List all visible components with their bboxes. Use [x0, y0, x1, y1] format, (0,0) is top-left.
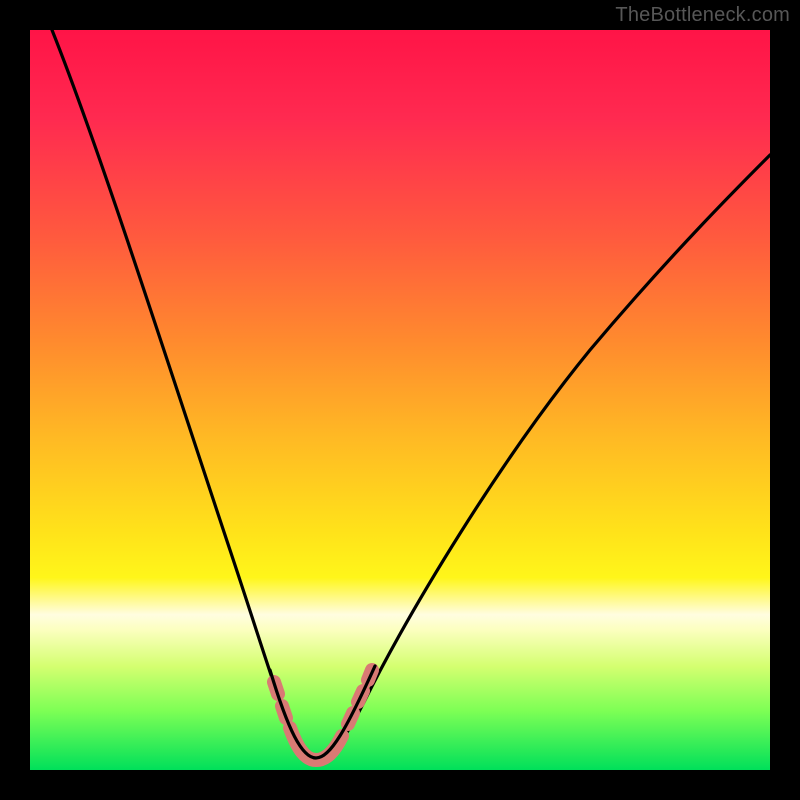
bottom-marker-band — [274, 670, 372, 760]
plot-area — [30, 30, 770, 770]
chart-frame: TheBottleneck.com — [0, 0, 800, 800]
attribution-label: TheBottleneck.com — [615, 4, 790, 27]
bottleneck-curve-svg — [30, 30, 770, 770]
bottleneck-curve — [52, 30, 770, 758]
